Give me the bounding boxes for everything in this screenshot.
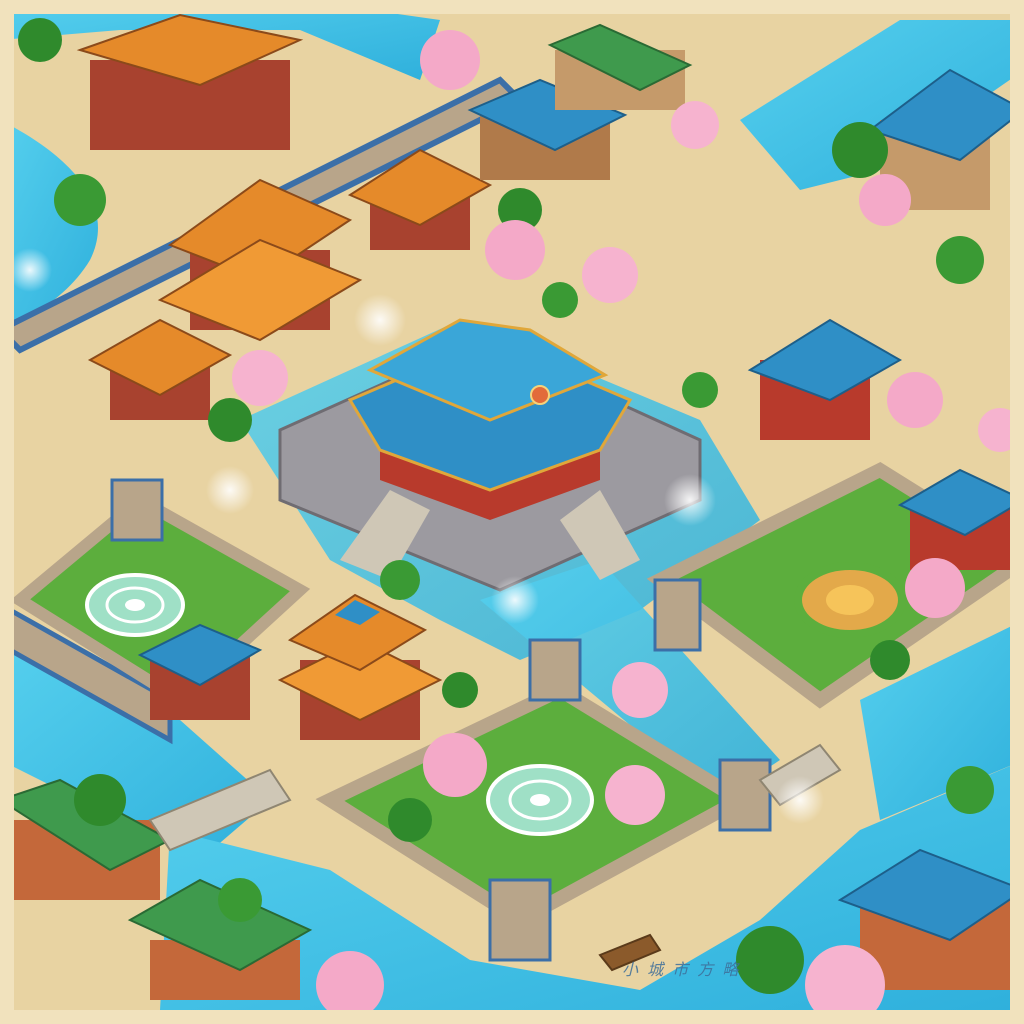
gate-tower-south[interactable] [488,878,552,962]
gate-tower-southeast[interactable] [718,758,772,832]
cherry-blossom-tree-icon [423,733,487,797]
tree-icon [380,560,420,600]
cherry-blossom-tree-icon [671,101,719,149]
cherry-blossom-tree-icon [978,408,1022,452]
fountain-icon [776,776,824,824]
cherry-blossom-tree-icon [605,765,665,825]
tree-icon [542,282,578,318]
tree-icon [832,122,888,178]
tree-icon [736,926,804,994]
fountain-icon [664,474,716,526]
cherry-blossom-tree-icon [905,558,965,618]
garden-emblem-west [85,573,185,637]
garden-emblem-south [486,764,594,836]
tree-icon [442,672,478,708]
cherry-blossom-tree-icon [582,247,638,303]
fountain-icon [206,466,254,514]
cherry-blossom-tree-icon [859,174,911,226]
cherry-blossom-tree-icon [887,372,943,428]
tree-icon [208,398,252,442]
tree-icon [936,236,984,284]
city-map [0,0,1024,1024]
tree-icon [870,640,910,680]
tree-icon [18,18,62,62]
fountain-icon [354,294,406,346]
cherry-blossom-tree-icon [612,662,668,718]
palace-crest-icon [530,385,550,405]
gate-tower-east[interactable] [653,578,702,652]
tree-icon [54,174,106,226]
fountain-icon [8,248,52,292]
cherry-blossom-tree-icon [232,350,288,406]
tree-icon [388,798,432,842]
cherry-blossom-tree-icon [805,945,885,1024]
gate-tower-west[interactable] [110,478,164,542]
garden-emblem-east [794,562,906,638]
tree-icon [946,766,994,814]
gate-tower-center[interactable] [528,638,582,702]
cherry-blossom-tree-icon [420,30,480,90]
tree-icon [218,878,262,922]
tree-icon [74,774,126,826]
tree-icon [682,372,718,408]
fountain-icon [491,576,539,624]
cherry-blossom-tree-icon [485,220,545,280]
cherry-blossom-tree-icon [316,951,384,1019]
map-watermark-text: 小 城 市 方 略 [622,960,741,979]
